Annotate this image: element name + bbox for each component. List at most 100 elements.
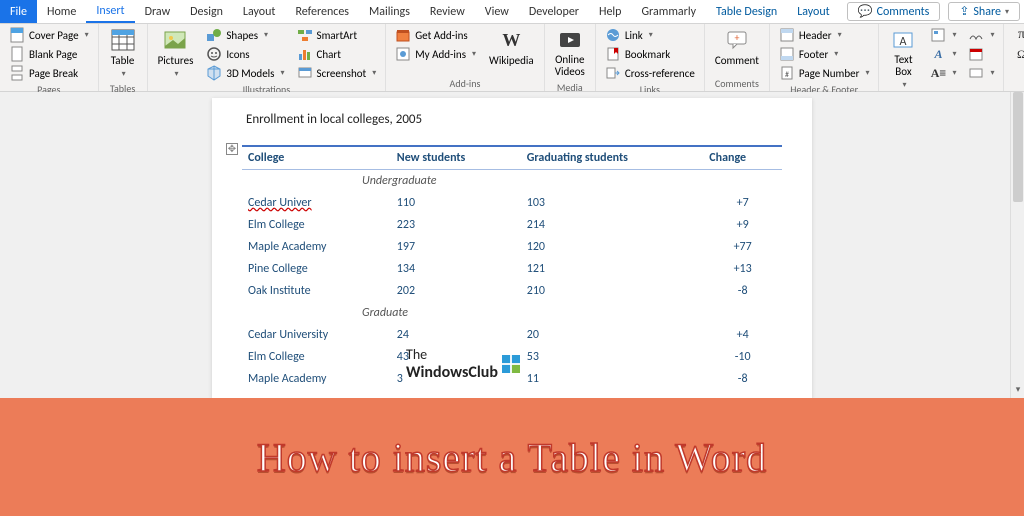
table-cell[interactable]: Cedar Univer	[242, 192, 391, 214]
table-cell[interactable]: +7	[703, 192, 782, 214]
cover-page-button[interactable]: Cover Page	[6, 26, 92, 44]
3d-models-button[interactable]: 3D Models	[203, 64, 287, 82]
online-videos-button[interactable]: Online Videos	[551, 26, 589, 80]
footer-button[interactable]: Footer	[776, 45, 873, 63]
wikipedia-button[interactable]: WWikipedia	[485, 26, 538, 69]
table-cell[interactable]: Elm College	[242, 214, 391, 236]
icons-button[interactable]: Icons	[203, 45, 287, 63]
tab-table-design[interactable]: Table Design	[706, 0, 787, 23]
smartart-button[interactable]: SmartArt	[294, 26, 380, 44]
get-addins-button[interactable]: Get Add-ins	[392, 26, 479, 44]
signature-line-button[interactable]	[965, 26, 997, 44]
tab-review[interactable]: Review	[420, 0, 475, 23]
screenshot-button[interactable]: Screenshot	[294, 64, 380, 82]
table-cell[interactable]: Elm College	[242, 346, 391, 368]
table-cell[interactable]: 11	[521, 368, 704, 390]
document-area: Enrollment in local colleges, 2005 ✥ Col…	[0, 92, 1024, 398]
shapes-button[interactable]: Shapes	[203, 26, 287, 44]
tab-grammarly[interactable]: Grammarly	[631, 0, 706, 23]
table-cell[interactable]: 110	[391, 192, 521, 214]
table-cell[interactable]: 3	[391, 368, 521, 390]
vertical-scrollbar[interactable]: ▴ ▾	[1010, 92, 1024, 398]
table-cell[interactable]: Maple Academy	[242, 368, 391, 390]
equation-button[interactable]: πEquation	[1010, 26, 1024, 44]
table-cell[interactable]: Cedar University	[242, 324, 391, 346]
table-row[interactable]: Cedar University2420+4	[242, 324, 782, 346]
table-row[interactable]: Pine College134121+13	[242, 258, 782, 280]
object-button[interactable]	[965, 64, 997, 82]
cube-icon	[206, 65, 222, 81]
table-cell[interactable]: +13	[703, 258, 782, 280]
table-row[interactable]: Cedar Univer110103+7	[242, 192, 782, 214]
tab-file[interactable]: File	[0, 0, 37, 23]
wordart-button[interactable]: A	[927, 45, 959, 63]
symbol-button[interactable]: ΩSymbol	[1010, 45, 1024, 63]
my-addins-button[interactable]: My Add-ins	[392, 45, 479, 63]
table-cell[interactable]: -10	[703, 346, 782, 368]
scroll-thumb[interactable]	[1013, 92, 1023, 202]
link-button[interactable]: Link	[602, 26, 698, 44]
pictures-button[interactable]: Pictures	[154, 26, 198, 81]
tab-insert[interactable]: Insert	[86, 0, 134, 23]
tab-home[interactable]: Home	[37, 0, 86, 23]
text-box-button[interactable]: AText Box	[885, 26, 921, 92]
table-cell[interactable]: Oak Institute	[242, 280, 391, 302]
table-cell[interactable]: 197	[391, 236, 521, 258]
banner-text: How to insert a Table in Word	[257, 434, 767, 481]
table-cell[interactable]: 120	[521, 236, 704, 258]
tab-references[interactable]: References	[285, 0, 359, 23]
page-number-button[interactable]: #Page Number	[776, 64, 873, 82]
table-row[interactable]: Elm College223214+9	[242, 214, 782, 236]
chart-button[interactable]: Chart	[294, 45, 380, 63]
equation-icon: π	[1013, 27, 1024, 43]
scroll-down-icon[interactable]: ▾	[1011, 384, 1024, 398]
table-cell[interactable]: 53	[521, 346, 704, 368]
drop-cap-button[interactable]: A≡	[927, 64, 959, 82]
table-row[interactable]: Maple Academy311-8	[242, 368, 782, 390]
store-icon	[395, 27, 411, 43]
tab-draw[interactable]: Draw	[135, 0, 181, 23]
bookmark-button[interactable]: Bookmark	[602, 45, 698, 63]
tab-mailings[interactable]: Mailings	[359, 0, 420, 23]
table-button[interactable]: Table	[105, 26, 141, 81]
table-cell[interactable]: 202	[391, 280, 521, 302]
table-cell[interactable]: +77	[703, 236, 782, 258]
table-cell[interactable]: 134	[391, 258, 521, 280]
table-row[interactable]: Maple Academy197120+77	[242, 236, 782, 258]
table-cell[interactable]: -8	[703, 280, 782, 302]
document-page[interactable]: Enrollment in local colleges, 2005 ✥ Col…	[212, 98, 812, 398]
table-cell[interactable]: 20	[521, 324, 704, 346]
table-row[interactable]: Elm College4353-10	[242, 346, 782, 368]
table-cell[interactable]: 24	[391, 324, 521, 346]
table-cell[interactable]: +9	[703, 214, 782, 236]
tab-help[interactable]: Help	[589, 0, 632, 23]
table-cell[interactable]: 210	[521, 280, 704, 302]
table-cell[interactable]: Pine College	[242, 258, 391, 280]
table-cell[interactable]: 223	[391, 214, 521, 236]
tab-view[interactable]: View	[475, 0, 519, 23]
blank-page-button[interactable]: Blank Page	[6, 45, 92, 63]
cross-reference-button[interactable]: Cross-reference	[602, 64, 698, 82]
tab-developer[interactable]: Developer	[519, 0, 589, 23]
tab-design[interactable]: Design	[180, 0, 233, 23]
comment-button[interactable]: +Comment	[711, 26, 763, 69]
data-table[interactable]: College New students Graduating students…	[242, 145, 782, 390]
page-break-button[interactable]: Page Break	[6, 64, 92, 82]
comments-button[interactable]: 💬Comments	[847, 2, 941, 21]
table-cell[interactable]: +4	[703, 324, 782, 346]
table-cell[interactable]: 103	[521, 192, 704, 214]
share-button[interactable]: ⇪Share▾	[948, 2, 1020, 21]
tab-ctx-layout[interactable]: Layout	[787, 0, 840, 23]
header-button[interactable]: Header	[776, 26, 873, 44]
table-cell[interactable]: -8	[703, 368, 782, 390]
table-cell[interactable]: 43	[391, 346, 521, 368]
date-time-button[interactable]	[965, 45, 997, 63]
table-cell[interactable]: 121	[521, 258, 704, 280]
quick-parts-button[interactable]	[927, 26, 959, 44]
table-move-handle-icon[interactable]: ✥	[226, 143, 238, 155]
table-row[interactable]: Oak Institute202210-8	[242, 280, 782, 302]
table-cell[interactable]: 214	[521, 214, 704, 236]
svg-text:A: A	[900, 35, 907, 49]
tab-layout[interactable]: Layout	[233, 0, 286, 23]
table-cell[interactable]: Maple Academy	[242, 236, 391, 258]
